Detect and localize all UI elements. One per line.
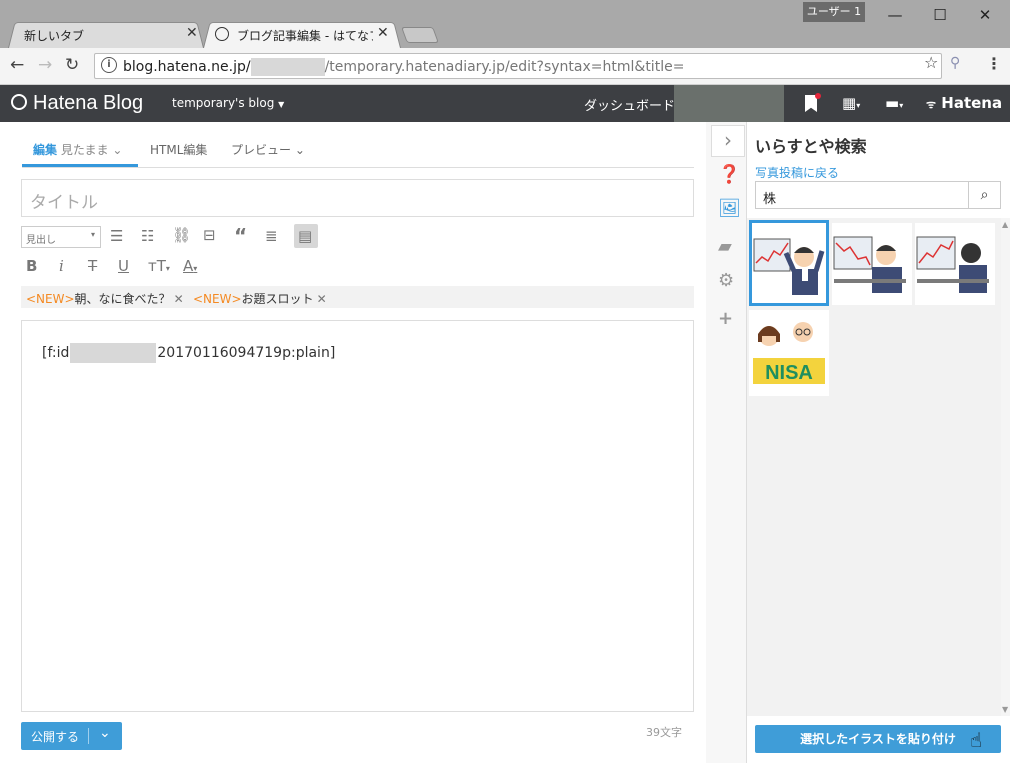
font-size-icon[interactable]: тT▾ <box>148 257 170 275</box>
info-icon[interactable]: i <box>101 57 117 73</box>
illustration-results: NISA <box>747 218 1001 716</box>
extension-icon[interactable]: ⚲ <box>950 55 960 71</box>
body-editor[interactable]: [f:id 20170116094719p:plain] <box>21 320 694 712</box>
topic-item[interactable]: <NEW>朝、なに食べた？ ✕ <box>26 290 184 307</box>
hatena-header: Hatena Blog temporary's blog ▼ ダッシュボード ▦… <box>0 85 1010 122</box>
character-count: 39文字 <box>646 726 682 739</box>
illustration-search-input[interactable]: 株 ⌕ <box>755 181 1001 209</box>
hatena-favicon-icon <box>215 27 229 41</box>
dashboard-link[interactable]: ダッシュボード <box>584 95 675 114</box>
url-text: blog.hatena.ne.jp//temporary.hatenadiary… <box>123 58 685 76</box>
settings-gear-icon[interactable]: ⚙ <box>718 270 734 291</box>
text-align-icon[interactable]: ≣ <box>265 227 278 245</box>
bulleted-list-icon[interactable]: ☰ <box>110 227 123 245</box>
tab-preview[interactable]: プレビュー ⌄ <box>231 141 305 158</box>
back-icon[interactable]: ← <box>10 55 24 75</box>
stock-woman-illustration <box>916 236 989 293</box>
bold-icon[interactable]: B <box>26 257 37 275</box>
stock-down-illustration <box>833 236 906 293</box>
tab-title: ブログ記事編集 - はてなブロ <box>237 29 373 43</box>
title-input[interactable]: タイトル <box>21 179 694 217</box>
strikethrough-icon[interactable]: T <box>88 257 97 275</box>
chevron-down-icon[interactable]: ⌄ <box>99 725 111 741</box>
hand-cursor-icon: ☝ <box>970 728 983 752</box>
browser-menu-icon[interactable]: ⋮ <box>986 54 1002 73</box>
illustration-thumb-stock-happy[interactable] <box>749 220 829 306</box>
minimize-button[interactable]: — <box>872 2 918 28</box>
results-scrollbar[interactable]: ▲ ▼ <box>1001 218 1010 716</box>
help-icon[interactable]: ❓ <box>718 164 740 185</box>
hatena-blog-logo[interactable]: Hatena Blog <box>11 92 143 115</box>
illustration-thumb-stock-sad[interactable] <box>832 223 912 305</box>
redacted-id <box>70 343 157 363</box>
font-color-icon[interactable]: A▾ <box>183 257 197 275</box>
table-icon[interactable]: ▤ <box>298 227 312 245</box>
close-icon[interactable]: ✕ <box>174 292 184 306</box>
caret-down-icon: ▼ <box>278 100 285 109</box>
chevron-down-icon: ⌄ <box>294 143 305 157</box>
user-avatar[interactable] <box>674 85 784 122</box>
illustration-thumb-nisa[interactable]: NISA <box>749 310 829 396</box>
sidebar-icon-rail: ❓ 🖼 ▰ ⚙ + <box>706 122 746 763</box>
tab-blog-edit[interactable]: ブログ記事編集 - はてなブロ ✕ <box>203 20 401 48</box>
link-icon[interactable]: ⛓ <box>172 226 191 244</box>
reload-icon[interactable]: ↻ <box>65 55 79 75</box>
redacted-username <box>250 58 325 76</box>
forward-icon[interactable]: → <box>38 55 52 75</box>
plus-icon[interactable]: + <box>718 308 733 329</box>
close-icon[interactable]: ✕ <box>317 292 327 306</box>
topic-item[interactable]: <NEW>お題スロット ✕ <box>193 290 327 307</box>
comment-icon[interactable]: ▬▾ <box>885 94 903 112</box>
bookmark-star-icon[interactable]: ☆ <box>924 53 938 72</box>
tab-close-icon[interactable]: ✕ <box>377 25 389 41</box>
quote-icon[interactable]: “ <box>234 224 247 248</box>
maximize-button[interactable]: ☐ <box>917 2 963 28</box>
tab-title: 新しいタブ <box>24 29 85 43</box>
folder-icon[interactable]: ▰ <box>718 236 732 257</box>
address-bar[interactable]: i blog.hatena.ne.jp//temporary.hatenadia… <box>94 53 942 79</box>
hatena-logo-icon <box>11 93 27 110</box>
numbered-list-icon[interactable]: ☷ <box>141 227 154 245</box>
horizontal-rule-icon[interactable]: ⊟ <box>203 226 216 244</box>
stock-up-illustration <box>753 238 825 295</box>
topic-suggestions-bar: <NEW>朝、なに食べた？ ✕ <NEW>お題スロット ✕ <box>21 286 694 308</box>
chevron-down-icon: ⌄ <box>112 143 123 157</box>
underline-icon[interactable]: U <box>118 257 129 275</box>
panel-title: いらすとや検索 <box>755 137 867 156</box>
scroll-down-icon[interactable]: ▼ <box>1002 705 1008 714</box>
back-to-photo-link[interactable]: 写真投稿に戻る <box>755 164 839 181</box>
browser-toolbar: ← → ↻ i blog.hatena.ne.jp//temporary.hat… <box>0 48 1010 85</box>
close-window-button[interactable]: ✕ <box>962 2 1008 28</box>
photo-icon[interactable]: 🖼 <box>718 198 741 219</box>
notification-dot <box>815 93 821 99</box>
tab-html-edit[interactable]: HTML編集 <box>150 141 207 158</box>
scroll-up-icon[interactable]: ▲ <box>1002 220 1008 229</box>
caret-down-icon: ▾ <box>90 230 95 239</box>
tab-close-icon[interactable]: ✕ <box>186 25 198 41</box>
collapse-panel-chevron-icon[interactable]: › <box>711 125 745 157</box>
blog-selector[interactable]: temporary's blog ▼ <box>172 96 284 110</box>
illustration-thumb-stock-woman[interactable] <box>915 223 995 305</box>
irasutoya-search-panel: いらすとや検索 写真投稿に戻る 株 ⌕ NISA ▲ ▼ 選択したイラストを貼り… <box>746 122 1010 763</box>
new-tab-button[interactable] <box>401 27 439 43</box>
nisa-label: NISA <box>765 362 813 384</box>
hatena-brand-link[interactable]: ᯤ Hatena <box>926 94 1002 112</box>
browser-titlebar: ユーザー 1 — ☐ ✕ 新しいタブ ✕ ブログ記事編集 - はてなブロ ✕ <box>0 0 1010 48</box>
heading-select[interactable]: 見出し ▾ <box>21 226 101 248</box>
body-content: [f:id 20170116094719p:plain] <box>42 343 336 363</box>
profile-chip[interactable]: ユーザー 1 <box>803 2 865 22</box>
tab-wysiwyg-edit[interactable]: 編集 見たまま ⌄ <box>33 141 122 158</box>
italic-icon[interactable]: i <box>59 257 64 275</box>
publish-button[interactable]: 公開する ⌄ <box>21 722 122 750</box>
active-tab-indicator <box>22 164 138 167</box>
hatena-wifi-icon: ᯤ <box>926 98 937 111</box>
tab-new-tab[interactable]: 新しいタブ ✕ <box>8 20 204 48</box>
apps-grid-icon[interactable]: ▦▾ <box>842 94 860 112</box>
search-icon[interactable]: ⌕ <box>968 182 1000 208</box>
editor-mode-tabs: 編集 見たまま ⌄ HTML編集 プレビュー ⌄ <box>22 138 694 168</box>
paste-selected-illustration-button[interactable]: 選択したイラストを貼り付け <box>755 725 1001 753</box>
